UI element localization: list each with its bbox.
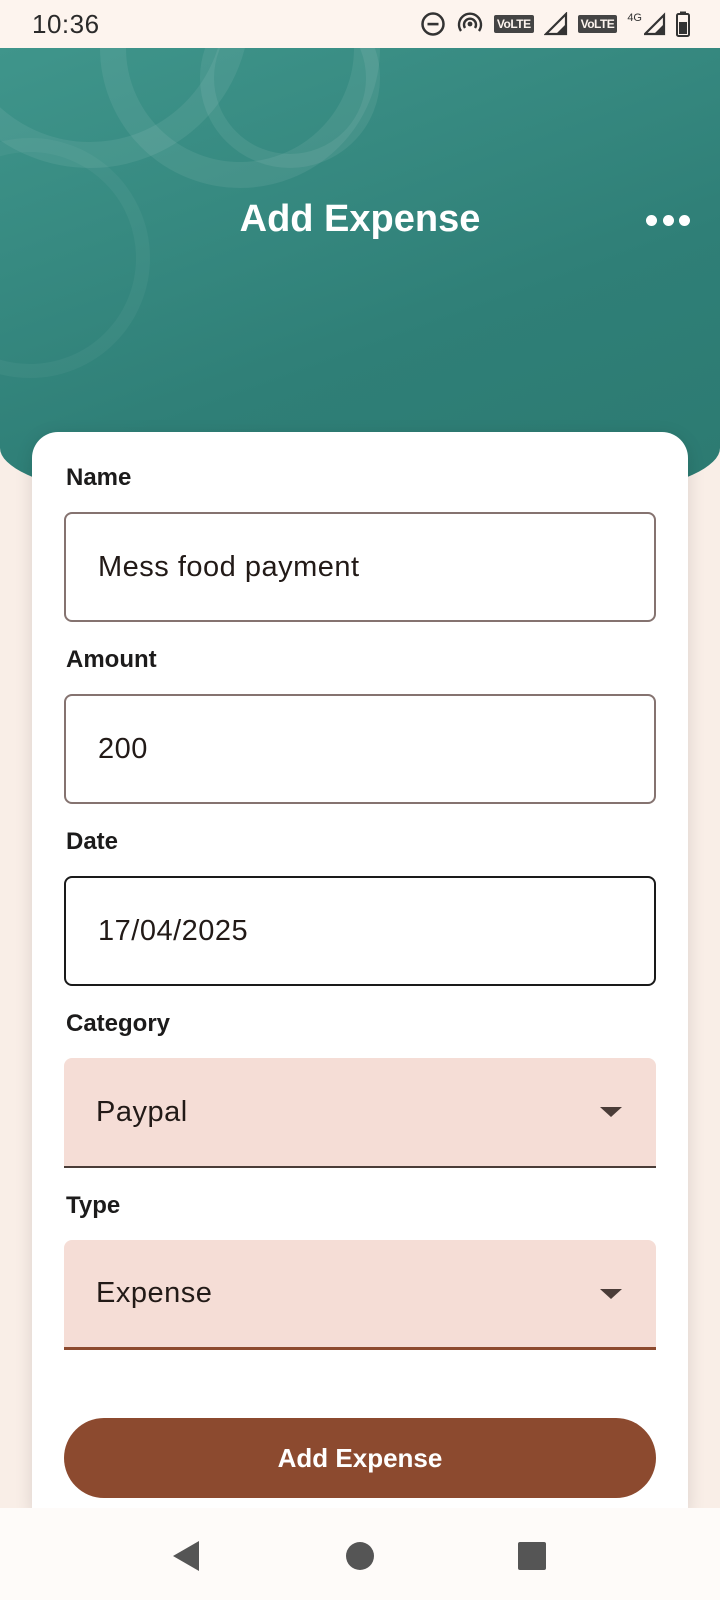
dot [662, 214, 674, 226]
status-bar: 10:36 VoLTE VoLTE 4G [0, 0, 720, 48]
category-value: Paypal [96, 1095, 188, 1128]
category-dropdown[interactable]: Paypal [64, 1058, 656, 1168]
add-expense-button[interactable]: Add Expense [64, 1418, 656, 1498]
battery-icon [676, 11, 690, 37]
dot [679, 214, 690, 226]
name-value: Mess food payment [98, 550, 360, 583]
date-value: 17/04/2025 [98, 914, 249, 947]
back-icon[interactable] [162, 1532, 210, 1580]
type-value: Expense [96, 1277, 213, 1309]
type-dropdown[interactable]: Expense [64, 1240, 656, 1350]
status-time: 10:36 [32, 8, 100, 39]
volte-badge-1: VoLTE [493, 15, 534, 33]
amount-value: 200 [98, 732, 148, 765]
status-icons: VoLTE VoLTE 4G [420, 11, 690, 37]
dropdown-arrow-icon [600, 1107, 622, 1117]
network-type: 4G [627, 12, 642, 24]
signal-icon-2 [644, 12, 666, 36]
date-label: Date [66, 828, 119, 855]
volte-badge-2: VoLTE [577, 15, 618, 33]
dot [646, 214, 657, 226]
signal-group-2: 4G [627, 12, 666, 36]
more-options-icon[interactable] [644, 206, 692, 234]
type-label: Type [66, 1192, 121, 1219]
name-field[interactable]: Mess food payment [64, 512, 656, 622]
decorative-ring [0, 138, 150, 378]
name-label: Name [66, 464, 132, 491]
signal-icon-1 [543, 12, 567, 36]
amount-field[interactable]: 200 [64, 694, 656, 804]
system-nav-bar [0, 1508, 720, 1600]
page-title: Add Expense [239, 198, 481, 240]
category-label: Category [66, 1010, 171, 1037]
do-not-disturb-icon [421, 12, 445, 36]
dropdown-arrow-icon [600, 1288, 622, 1299]
home-icon[interactable] [336, 1532, 384, 1580]
hotspot-icon [457, 12, 483, 32]
recents-icon[interactable] [508, 1532, 556, 1580]
amount-label: Amount [66, 646, 157, 673]
date-field[interactable]: 17/04/2025 [64, 876, 656, 986]
expense-form-card: Name Mess food payment Amount 200 Date 1… [32, 432, 688, 1512]
